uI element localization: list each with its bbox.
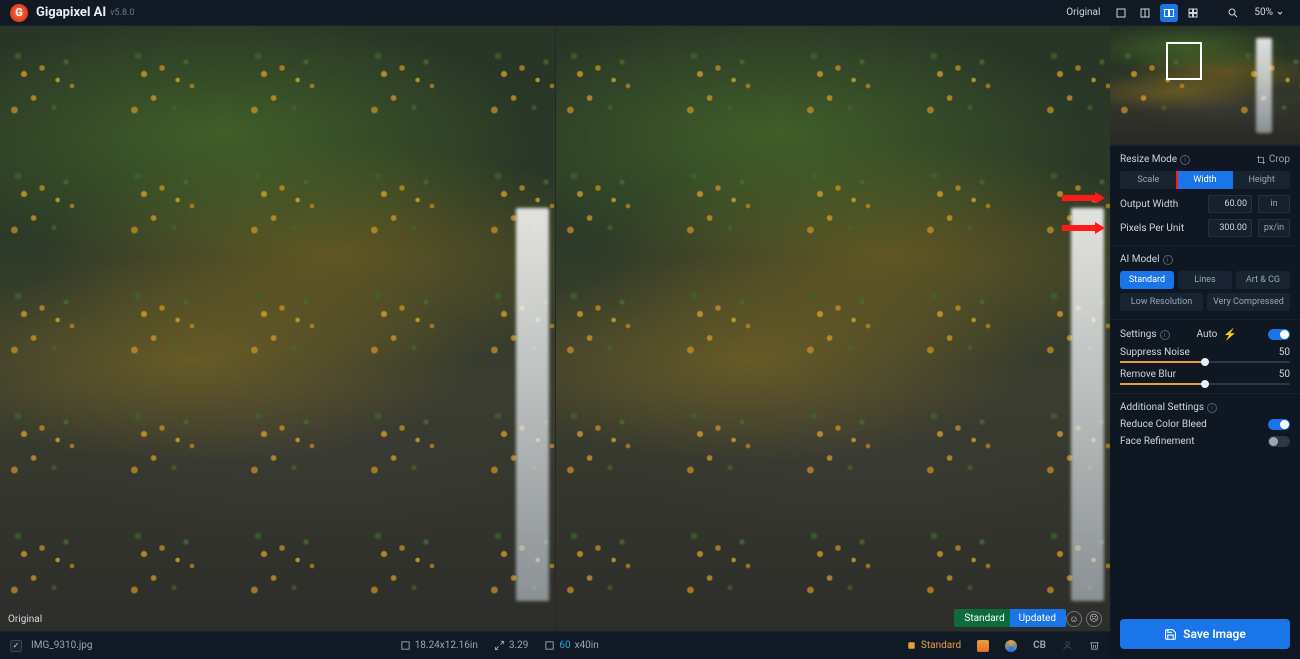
- app-title: Gigapixel AI: [36, 5, 106, 20]
- compare-left: Standard: [964, 613, 1004, 624]
- suppress-noise-slider: Suppress Noise 50: [1120, 347, 1290, 363]
- ppu-unit[interactable]: px/in: [1258, 219, 1290, 237]
- output-dims-icon: [544, 640, 555, 651]
- resize-title: Resize Modei: [1120, 154, 1190, 165]
- info-icon[interactable]: i: [1180, 155, 1190, 165]
- zoom-value: 50%: [1254, 7, 1273, 18]
- model-verycompressed[interactable]: Very Compressed: [1207, 293, 1290, 311]
- file-check[interactable]: ✓ IMG_9310.jpg: [10, 640, 93, 652]
- model-art-cg[interactable]: Art & CG: [1236, 271, 1290, 289]
- face-refinement-label: Face Refinement: [1120, 436, 1195, 447]
- dimensions-icon: [400, 640, 411, 651]
- remove-blur-label: Remove Blur: [1120, 369, 1176, 380]
- original-tag: Original: [8, 614, 42, 625]
- original-label: Original: [1066, 7, 1100, 18]
- scale-factor: 3.29: [494, 640, 529, 651]
- delete-button[interactable]: [1089, 640, 1100, 651]
- model-standard[interactable]: Standard: [1120, 271, 1174, 289]
- thumbs-sad-icon[interactable]: ☹: [1086, 611, 1102, 627]
- info-icon[interactable]: i: [1207, 403, 1217, 413]
- right-sidebar: Resize Modei Crop Scale Width Height Out…: [1110, 26, 1300, 659]
- remove-blur-slider: Remove Blur 50: [1120, 369, 1290, 385]
- auto-label: Auto: [1196, 329, 1217, 340]
- app-version: v5.8.0: [110, 8, 134, 18]
- zoom-level-dropdown[interactable]: 50%: [1248, 4, 1290, 21]
- original-view-button[interactable]: Original: [1057, 4, 1106, 21]
- save-image-button[interactable]: Save Image: [1120, 619, 1290, 649]
- main-area: Original Standard Updated ☺ ☹ ✓ IMG_9310…: [0, 26, 1300, 659]
- color-bleed-status[interactable]: [1005, 640, 1017, 652]
- compare-right: Updated: [1019, 613, 1056, 624]
- scale-icon: [494, 640, 505, 651]
- reduce-color-bleed-toggle[interactable]: [1268, 419, 1290, 430]
- resize-mode-tabs: Scale Width Height: [1120, 171, 1290, 189]
- zoom-tool-button[interactable]: [1224, 4, 1242, 22]
- crop-icon: [1256, 155, 1266, 165]
- remove-blur-track[interactable]: [1120, 383, 1290, 385]
- trash-icon: [1089, 640, 1100, 651]
- ppu-input[interactable]: [1208, 219, 1252, 237]
- checkbox-icon[interactable]: ✓: [10, 640, 22, 652]
- tab-height[interactable]: Height: [1233, 171, 1290, 189]
- save-label: Save Image: [1183, 627, 1246, 641]
- color-swatch[interactable]: [977, 640, 989, 652]
- cb-label: CB: [1033, 640, 1046, 651]
- view-split-v-button[interactable]: [1136, 4, 1154, 22]
- output-width-input[interactable]: [1208, 195, 1252, 213]
- compare-bar: Standard Updated: [954, 609, 1066, 627]
- current-model-badge: Standard: [906, 640, 961, 651]
- auto-toggle[interactable]: [1268, 329, 1290, 340]
- save-icon: [1164, 628, 1177, 641]
- model-lines[interactable]: Lines: [1178, 271, 1232, 289]
- navigator[interactable]: [1110, 26, 1300, 146]
- status-bar: ✓ IMG_9310.jpg 18.24x12.16in 3.29 60x40i…: [0, 631, 1110, 659]
- ai-model-panel: AI Modeli Standard Lines Art & CG Low Re…: [1110, 246, 1300, 320]
- settings-title: Settingsi: [1120, 329, 1170, 340]
- view-single-button[interactable]: [1112, 4, 1130, 22]
- view-side-by-side-button[interactable]: [1160, 4, 1178, 22]
- reduce-color-bleed-label: Reduce Color Bleed: [1120, 419, 1207, 430]
- title-bar: G Gigapixel AI v5.8.0 Original 50%: [0, 0, 1300, 26]
- input-dimensions: 18.24x12.16in: [400, 640, 478, 651]
- thumbs-neutral-icon[interactable]: ☺: [1066, 611, 1082, 627]
- additional-title: Additional Settingsi: [1120, 402, 1217, 413]
- navigator-viewport[interactable]: [1166, 42, 1202, 80]
- chevron-down-icon: [1276, 9, 1284, 17]
- pane-original: Original: [0, 26, 555, 631]
- crop-button[interactable]: Crop: [1256, 154, 1290, 165]
- image-viewer[interactable]: Original Standard Updated ☺ ☹: [0, 26, 1110, 631]
- additional-settings-panel: Additional Settingsi Reduce Color Bleed …: [1110, 394, 1300, 455]
- rating-icons: ☺ ☹: [1066, 611, 1102, 627]
- model-icon: [906, 640, 917, 651]
- view-grid-button[interactable]: [1184, 4, 1202, 22]
- ai-model-title: AI Modeli: [1120, 254, 1173, 265]
- app-logo: G: [10, 4, 28, 22]
- info-icon[interactable]: i: [1163, 255, 1173, 265]
- tab-width[interactable]: Width: [1177, 171, 1234, 189]
- output-width-label: Output Width: [1120, 199, 1202, 210]
- suppress-noise-value: 50: [1279, 347, 1290, 358]
- face-status-icon: [1062, 640, 1073, 651]
- suppress-noise-track[interactable]: [1120, 361, 1290, 363]
- face-refinement-toggle[interactable]: [1268, 436, 1290, 447]
- ppu-label: Pixels Per Unit: [1120, 223, 1202, 234]
- ai-model-options: Standard Lines Art & CG: [1120, 271, 1290, 289]
- info-icon[interactable]: i: [1160, 330, 1170, 340]
- save-area: Save Image: [1110, 609, 1300, 659]
- output-width-unit[interactable]: in: [1258, 195, 1290, 213]
- settings-panel: Settingsi Auto ⚡ Suppress Noise 50 Remove…: [1110, 320, 1300, 394]
- ai-model-options-2: Low Resolution Very Compressed: [1120, 293, 1290, 311]
- pane-updated: Standard Updated ☺ ☹: [555, 26, 1111, 631]
- filename-label: IMG_9310.jpg: [31, 640, 93, 651]
- bolt-icon: ⚡: [1223, 328, 1237, 341]
- suppress-noise-label: Suppress Noise: [1120, 347, 1190, 358]
- remove-blur-value: 50: [1279, 369, 1290, 380]
- resize-panel: Resize Modei Crop Scale Width Height Out…: [1110, 146, 1300, 246]
- output-dimensions: 60x40in: [544, 640, 598, 651]
- tab-scale[interactable]: Scale: [1120, 171, 1177, 189]
- model-lowres[interactable]: Low Resolution: [1120, 293, 1203, 311]
